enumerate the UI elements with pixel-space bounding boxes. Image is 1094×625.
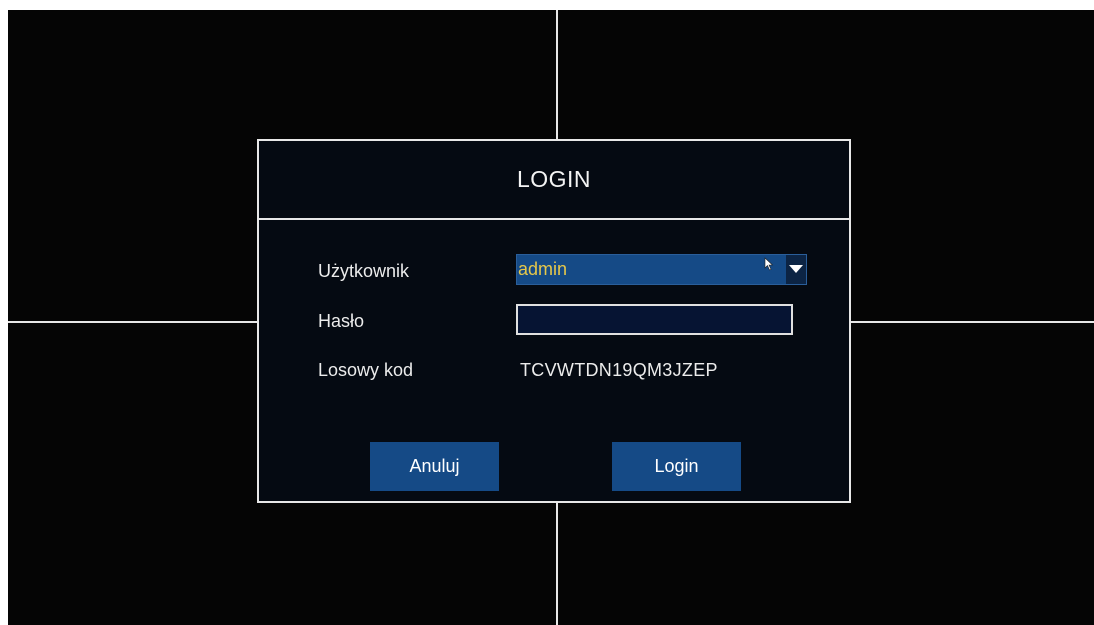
login-button[interactable]: Login xyxy=(612,442,741,491)
user-select[interactable]: admin xyxy=(516,254,807,285)
chevron-down-icon xyxy=(789,265,803,273)
random-code-value: TCVWTDN19QM3JZEP xyxy=(520,360,718,380)
password-input[interactable] xyxy=(516,304,793,335)
dialog-title: LOGIN xyxy=(516,166,592,192)
password-label: Hasło xyxy=(318,311,365,331)
user-label: Użytkownik xyxy=(318,261,410,281)
video-grid-background: LOGIN Użytkownik admin Hasło Losowy kod … xyxy=(8,10,1094,625)
login-dialog: LOGIN Użytkownik admin Hasło Losowy kod … xyxy=(257,139,851,503)
mouse-pointer-icon xyxy=(764,257,774,271)
user-select-value: admin xyxy=(518,259,568,279)
cancel-button[interactable]: Anuluj xyxy=(370,442,499,491)
dialog-header: LOGIN xyxy=(259,141,849,220)
user-dropdown-button[interactable] xyxy=(786,255,806,284)
random-code-label: Losowy kod xyxy=(318,360,414,380)
